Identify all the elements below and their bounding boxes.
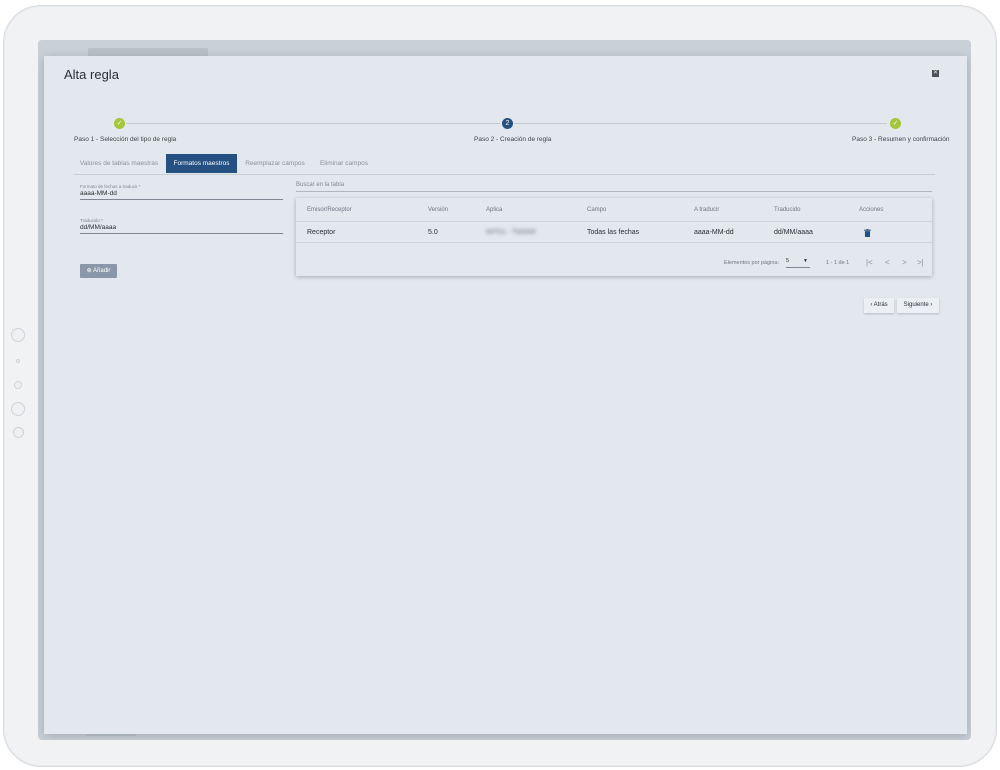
first-page-icon[interactable]: |<	[866, 258, 873, 267]
cell-emisor: Receptor	[307, 229, 336, 236]
screen: Alta regla ✕ ✓ 2 ✓ Paso 1 - Selección de…	[38, 40, 971, 740]
translation-field-value[interactable]: dd/MM/aaaa	[80, 224, 283, 231]
step-1-check-icon: ✓	[114, 118, 125, 129]
dialog-title: Alta regla	[64, 67, 119, 82]
column-header: Campo	[587, 207, 607, 213]
device-button	[13, 427, 24, 438]
device-button	[11, 328, 25, 342]
column-header: Versión	[428, 207, 449, 213]
cell-a-traducir: aaaa-MM-dd	[694, 229, 734, 236]
plus-circle-icon: ⊕	[86, 268, 92, 274]
tab-bar: Valores de tablas maestras Formatos maes…	[74, 154, 935, 175]
step-1-label: Paso 1 - Selección del tipo de regla	[74, 136, 177, 143]
tab-formatos-maestros[interactable]: Formatos maestros	[166, 154, 237, 173]
step-2-number: 2	[502, 118, 513, 129]
close-icon[interactable]: ✕	[932, 70, 939, 77]
add-button-label: Añadir	[93, 268, 111, 274]
rules-table: Emisor/Receptor Versión Aplica Campo A t…	[296, 198, 932, 276]
stepper-line	[126, 123, 500, 124]
cell-traducido: dd/MM/aaaa	[774, 229, 813, 236]
row-divider	[296, 221, 932, 222]
back-button[interactable]: ‹ Atrás	[864, 298, 894, 313]
column-header: Aplica	[486, 207, 503, 213]
tab-eliminar-campos[interactable]: Eliminar campos	[314, 154, 374, 173]
chevron-left-icon: ‹	[870, 302, 873, 308]
format-field[interactable]: Formato de fechas a traducir * aaaa-MM-d…	[80, 184, 283, 200]
next-page-icon[interactable]: >	[902, 258, 907, 267]
column-header: A traducir	[694, 207, 720, 213]
device-button	[14, 381, 22, 389]
tablet-frame: Alta regla ✕ ✓ 2 ✓ Paso 1 - Selección de…	[3, 5, 997, 767]
page-size-select[interactable]: 5 ▼	[786, 258, 810, 268]
page-size-value: 5	[786, 258, 790, 264]
next-button[interactable]: Siguiente ›	[897, 298, 939, 313]
prev-page-icon[interactable]: <	[885, 258, 890, 267]
translation-field[interactable]: Traducido * dd/MM/aaaa	[80, 218, 283, 234]
column-header: Traducido	[774, 207, 801, 213]
caret-down-icon: ▼	[803, 258, 808, 264]
last-page-icon[interactable]: >|	[917, 258, 924, 267]
device-camera	[16, 359, 20, 363]
next-button-label: Siguiente	[903, 302, 929, 308]
step-3-check-icon: ✓	[890, 118, 901, 129]
cell-campo: Todas las fechas	[587, 229, 640, 236]
cell-aplica: 00T01 - T00000	[486, 229, 536, 236]
step-3-label: Paso 3 - Resumen y confirmación	[852, 136, 950, 143]
trash-icon[interactable]	[864, 229, 871, 237]
step-2-label: Paso 2 - Creación de regla	[474, 136, 552, 143]
stepper-line	[514, 123, 887, 124]
search-input[interactable]: Buscar en la tabla	[296, 182, 932, 192]
tab-valores-tablas-maestras[interactable]: Valores de tablas maestras	[74, 154, 164, 173]
tab-reemplazar-campos[interactable]: Reemplazar campos	[239, 154, 311, 173]
translation-field-label: Traducido *	[80, 218, 103, 223]
format-field-value[interactable]: aaaa-MM-dd	[80, 190, 283, 197]
alta-regla-dialog: Alta regla ✕ ✓ 2 ✓ Paso 1 - Selección de…	[44, 56, 967, 734]
back-button-label: Atrás	[873, 302, 888, 308]
items-per-page-label: Elementos por página:	[724, 260, 780, 266]
format-field-label: Formato de fechas a traducir *	[80, 184, 141, 189]
chevron-right-icon: ›	[930, 302, 933, 308]
add-button[interactable]: ⊕ Añadir	[80, 264, 117, 278]
row-divider	[296, 242, 932, 243]
cell-version: 5.0	[428, 229, 438, 236]
page-range: 1 - 1 de 1	[826, 260, 850, 266]
column-header: Acciones	[859, 207, 884, 213]
column-header: Emisor/Receptor	[307, 207, 352, 213]
device-button	[11, 402, 25, 416]
